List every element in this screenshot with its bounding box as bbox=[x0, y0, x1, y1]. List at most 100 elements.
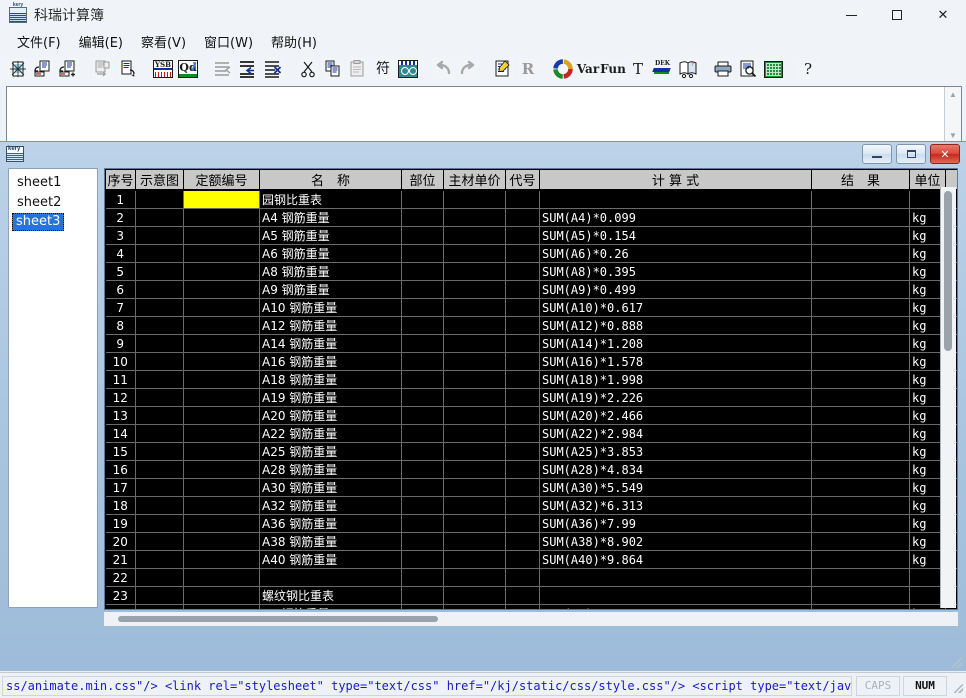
cell-formula[interactable]: SUM(B4)*0.099 bbox=[540, 605, 812, 611]
qd-icon[interactable]: Qd bbox=[176, 57, 200, 81]
row-header-22[interactable]: 22 bbox=[106, 569, 136, 587]
table-row[interactable]: 9A14 钢筋重量SUM(A14)*1.208kg bbox=[106, 335, 959, 353]
cell-name[interactable]: A25 钢筋重量 bbox=[260, 443, 402, 461]
row-header-8[interactable]: 8 bbox=[106, 317, 136, 335]
cell-alias[interactable] bbox=[506, 389, 540, 407]
cell-part[interactable] bbox=[402, 281, 444, 299]
cell-diagram[interactable] bbox=[136, 551, 184, 569]
formula-edit-scrollbar[interactable]: ▲ ▼ bbox=[944, 87, 961, 143]
cell-diagram[interactable] bbox=[136, 605, 184, 611]
cell-name[interactable]: A20 钢筋重量 bbox=[260, 407, 402, 425]
row-header-20[interactable]: 20 bbox=[106, 533, 136, 551]
cell-alias[interactable] bbox=[506, 497, 540, 515]
cell-formula[interactable] bbox=[540, 190, 812, 209]
insert-row-icon[interactable] bbox=[236, 57, 260, 81]
cell-name[interactable]: A16 钢筋重量 bbox=[260, 353, 402, 371]
cell-result[interactable] bbox=[812, 461, 910, 479]
cell-part[interactable] bbox=[402, 317, 444, 335]
cell-code[interactable] bbox=[184, 245, 260, 263]
cell-result[interactable] bbox=[812, 443, 910, 461]
variable-icon[interactable]: Var bbox=[576, 57, 600, 81]
cell-alias[interactable] bbox=[506, 407, 540, 425]
cell-code[interactable] bbox=[184, 227, 260, 245]
import-document-icon[interactable] bbox=[116, 57, 140, 81]
cell-code[interactable] bbox=[184, 281, 260, 299]
cell-diagram[interactable] bbox=[136, 407, 184, 425]
cell-name[interactable]: A19 钢筋重量 bbox=[260, 389, 402, 407]
cell-formula[interactable]: SUM(A36)*7.99 bbox=[540, 515, 812, 533]
cell-formula[interactable] bbox=[540, 569, 812, 587]
cell-name[interactable]: A38 钢筋重量 bbox=[260, 533, 402, 551]
row-header-1[interactable]: 1 bbox=[106, 190, 136, 209]
row-header-10[interactable]: 10 bbox=[106, 353, 136, 371]
cell-diagram[interactable] bbox=[136, 389, 184, 407]
row-header-12[interactable]: 12 bbox=[106, 389, 136, 407]
cell-name[interactable]: A28 钢筋重量 bbox=[260, 461, 402, 479]
menu-help[interactable]: 帮助(H) bbox=[262, 30, 326, 53]
cell-alias[interactable] bbox=[506, 371, 540, 389]
window-close-button[interactable]: ✕ bbox=[920, 0, 966, 30]
copy-icon[interactable] bbox=[321, 57, 345, 81]
cell-formula[interactable]: SUM(A10)*0.617 bbox=[540, 299, 812, 317]
table-row[interactable]: 11A18 钢筋重量SUM(A18)*1.998kg bbox=[106, 371, 959, 389]
cell-alias[interactable] bbox=[506, 209, 540, 227]
cell-part[interactable] bbox=[402, 227, 444, 245]
row-header-21[interactable]: 21 bbox=[106, 551, 136, 569]
cell-part[interactable] bbox=[402, 551, 444, 569]
delete-row-icon[interactable] bbox=[261, 57, 285, 81]
find-icon[interactable] bbox=[396, 57, 420, 81]
cell-name[interactable]: A18 钢筋重量 bbox=[260, 371, 402, 389]
child-close-button[interactable]: ✕ bbox=[930, 144, 960, 164]
row-header-17[interactable]: 17 bbox=[106, 479, 136, 497]
cell-price[interactable] bbox=[444, 209, 506, 227]
cell-part[interactable] bbox=[402, 407, 444, 425]
cell-diagram[interactable] bbox=[136, 335, 184, 353]
row-header-18[interactable]: 18 bbox=[106, 497, 136, 515]
cell-price[interactable] bbox=[444, 605, 506, 611]
cell-formula[interactable]: SUM(A6)*0.26 bbox=[540, 245, 812, 263]
cell-code[interactable] bbox=[184, 190, 260, 209]
child-maximize-button[interactable] bbox=[896, 144, 926, 164]
cell-diagram[interactable] bbox=[136, 461, 184, 479]
grid-header-name[interactable]: 名 称 bbox=[260, 170, 402, 191]
new-document-icon[interactable] bbox=[6, 57, 30, 81]
cell-part[interactable] bbox=[402, 209, 444, 227]
cell-result[interactable] bbox=[812, 299, 910, 317]
cell-diagram[interactable] bbox=[136, 317, 184, 335]
cell-price[interactable] bbox=[444, 190, 506, 209]
cell-part[interactable] bbox=[402, 479, 444, 497]
cell-code[interactable] bbox=[184, 209, 260, 227]
cell-diagram[interactable] bbox=[136, 371, 184, 389]
table-row[interactable]: 15A25 钢筋重量SUM(A25)*3.853kg bbox=[106, 443, 959, 461]
cell-formula[interactable]: SUM(A28)*4.834 bbox=[540, 461, 812, 479]
cell-part[interactable] bbox=[402, 190, 444, 209]
cell-price[interactable] bbox=[444, 443, 506, 461]
grid-header-price[interactable]: 主材单价 bbox=[444, 170, 506, 191]
cell-formula[interactable] bbox=[540, 587, 812, 605]
cell-code[interactable] bbox=[184, 461, 260, 479]
cell-part[interactable] bbox=[402, 299, 444, 317]
cell-part[interactable] bbox=[402, 569, 444, 587]
child-minimize-button[interactable] bbox=[862, 144, 892, 164]
cut-icon[interactable] bbox=[296, 57, 320, 81]
cell-price[interactable] bbox=[444, 335, 506, 353]
cell-price[interactable] bbox=[444, 281, 506, 299]
sheet-item-sheet1[interactable]: sheet1 bbox=[9, 173, 97, 193]
menu-view[interactable]: 察看(V) bbox=[132, 30, 195, 53]
cell-result[interactable] bbox=[812, 281, 910, 299]
cell-result[interactable] bbox=[812, 479, 910, 497]
grid-header-result[interactable]: 结 果 bbox=[812, 170, 910, 191]
cell-alias[interactable] bbox=[506, 515, 540, 533]
cell-alias[interactable] bbox=[506, 443, 540, 461]
cell-alias[interactable] bbox=[506, 461, 540, 479]
cell-part[interactable] bbox=[402, 443, 444, 461]
cell-part[interactable] bbox=[402, 245, 444, 263]
cell-name[interactable]: A6 钢筋重量 bbox=[260, 245, 402, 263]
cell-part[interactable] bbox=[402, 335, 444, 353]
cell-part[interactable] bbox=[402, 389, 444, 407]
cell-code[interactable] bbox=[184, 569, 260, 587]
cell-alias[interactable] bbox=[506, 479, 540, 497]
cell-result[interactable] bbox=[812, 407, 910, 425]
cell-price[interactable] bbox=[444, 497, 506, 515]
table-row[interactable]: 10A16 钢筋重量SUM(A16)*1.578kg bbox=[106, 353, 959, 371]
